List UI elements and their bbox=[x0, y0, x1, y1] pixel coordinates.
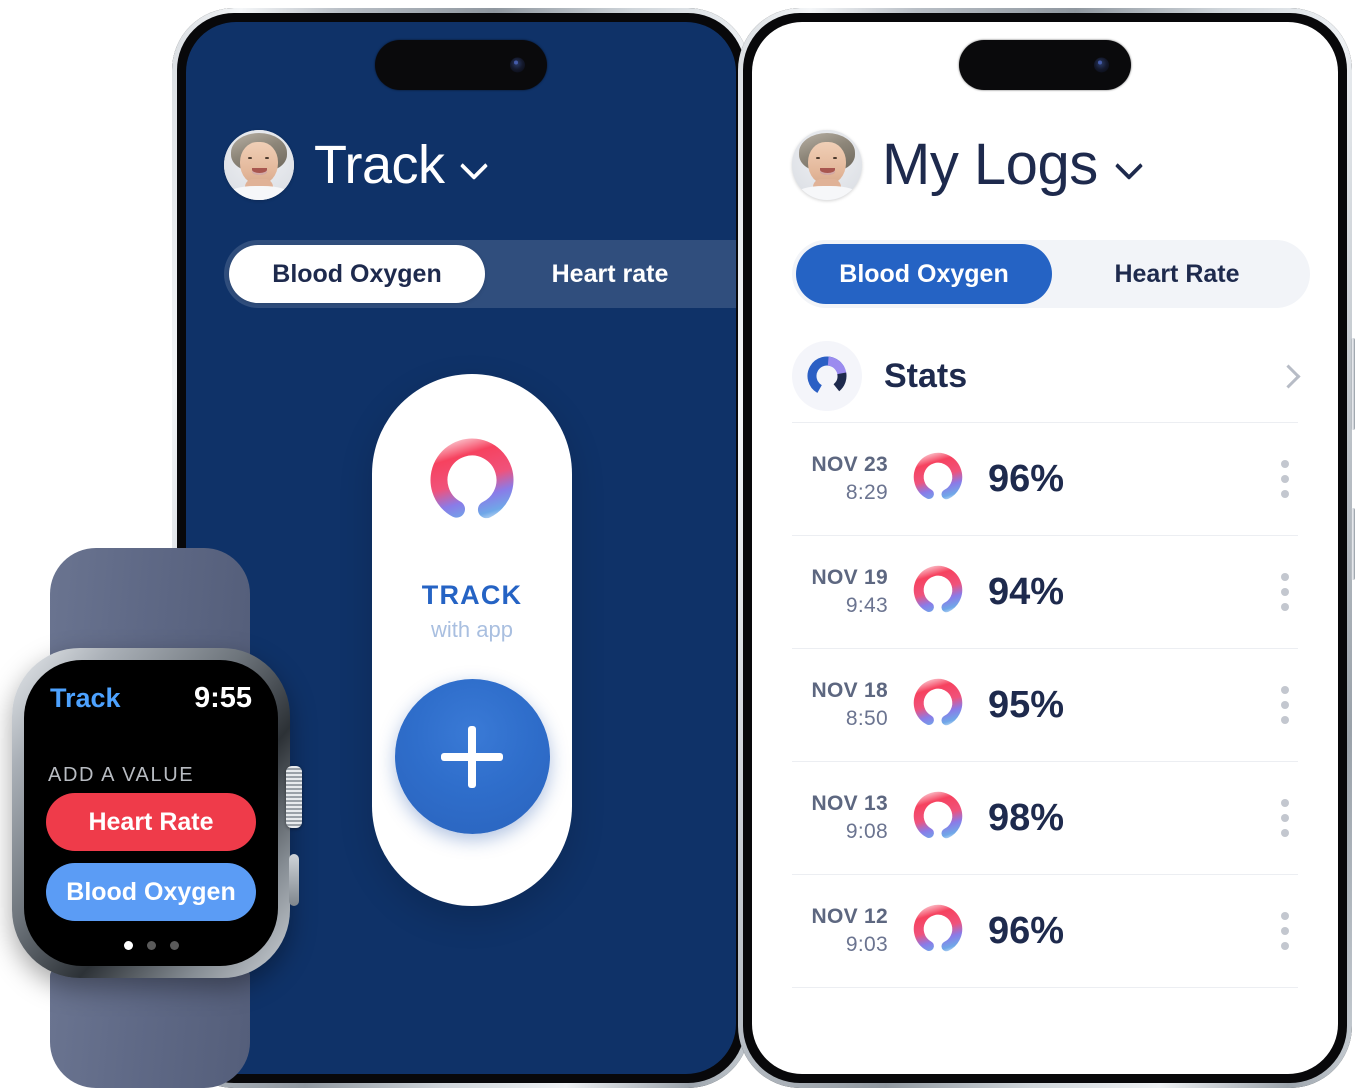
page-dot[interactable] bbox=[123, 941, 133, 950]
gradient-ring-icon bbox=[910, 788, 966, 849]
watch-page-indicator bbox=[24, 933, 278, 950]
watch-heart-rate-button[interactable]: Heart Rate bbox=[46, 793, 256, 851]
donut-chart-icon bbox=[792, 341, 862, 411]
gradient-ring-icon bbox=[910, 449, 966, 510]
log-value: 96% bbox=[988, 909, 1065, 952]
log-row[interactable]: NOV 18 8:50 95% bbox=[792, 649, 1298, 762]
tab-heart-rate[interactable]: Heart Rate bbox=[1052, 244, 1302, 304]
page-title-label: My Logs bbox=[882, 132, 1098, 197]
log-row[interactable]: NOV 23 8:29 96% bbox=[792, 423, 1298, 536]
log-date-time: 9:43 bbox=[845, 594, 888, 617]
watch-side-button[interactable] bbox=[289, 854, 299, 906]
log-date-time: 8:29 bbox=[845, 481, 888, 504]
log-row[interactable]: NOV 12 9:03 96% bbox=[792, 875, 1298, 988]
watch-screen: Track 9:55 ADD A VALUE Heart Rate Blood … bbox=[24, 660, 278, 966]
log-date: NOV 18 8:50 bbox=[792, 677, 888, 734]
watch-case: Track 9:55 ADD A VALUE Heart Rate Blood … bbox=[12, 648, 302, 978]
log-date-time: 9:03 bbox=[845, 933, 888, 956]
avatar[interactable] bbox=[224, 130, 294, 200]
track-card-subtitle: with app bbox=[431, 617, 513, 642]
avatar[interactable] bbox=[792, 130, 862, 200]
plus-icon bbox=[441, 725, 503, 788]
phone-right-screen: My Logs Blood Oxygen Heart Rate Stats NO… bbox=[752, 22, 1338, 1074]
log-date-time: 9:08 bbox=[845, 820, 888, 843]
gradient-ring-icon bbox=[910, 901, 966, 962]
kebab-menu-icon[interactable] bbox=[1272, 912, 1298, 950]
log-value: 96% bbox=[988, 457, 1065, 500]
digital-crown[interactable] bbox=[286, 766, 302, 828]
stats-row[interactable]: Stats bbox=[792, 330, 1298, 423]
left-tab-switcher[interactable]: Blood Oxygen Heart rate bbox=[224, 240, 736, 308]
watch-band-bottom bbox=[50, 968, 250, 1088]
log-value: 98% bbox=[988, 796, 1065, 839]
log-list: NOV 23 8:29 96% NOV 19 9:43 94% NOV 18 8:50 95% N… bbox=[792, 423, 1298, 988]
log-date-day: NOV 19 bbox=[811, 565, 888, 589]
gradient-ring-icon bbox=[424, 432, 520, 528]
log-date-time: 8:50 bbox=[845, 707, 888, 730]
log-value: 95% bbox=[988, 683, 1065, 726]
log-date-day: NOV 13 bbox=[811, 791, 888, 815]
page-dot[interactable] bbox=[146, 941, 156, 950]
phone-right-side-button[interactable] bbox=[1351, 508, 1355, 580]
tab-heart-rate[interactable]: Heart rate bbox=[485, 245, 735, 303]
dynamic-island bbox=[375, 40, 547, 90]
kebab-menu-icon[interactable] bbox=[1272, 686, 1298, 724]
log-value: 94% bbox=[988, 570, 1065, 613]
kebab-menu-icon[interactable] bbox=[1272, 573, 1298, 611]
dynamic-island bbox=[959, 40, 1131, 90]
page-title[interactable]: My Logs bbox=[882, 136, 1142, 194]
log-date: NOV 23 8:29 bbox=[792, 451, 888, 508]
log-date-day: NOV 12 bbox=[811, 904, 888, 928]
front-camera-icon bbox=[510, 57, 525, 73]
log-row[interactable]: NOV 13 9:08 98% bbox=[792, 762, 1298, 875]
right-tab-switcher[interactable]: Blood Oxygen Heart Rate bbox=[792, 240, 1310, 308]
page-title[interactable]: Track bbox=[314, 138, 487, 192]
chevron-down-icon[interactable] bbox=[461, 152, 487, 178]
chevron-right-icon[interactable] bbox=[1278, 366, 1298, 386]
track-card[interactable]: TRACK with app bbox=[372, 374, 572, 906]
stats-label: Stats bbox=[884, 356, 968, 395]
add-value-button[interactable] bbox=[394, 679, 550, 834]
gradient-ring-icon bbox=[910, 675, 966, 736]
watch-status-bar: Track 9:55 bbox=[24, 660, 278, 715]
phone-right-power-button[interactable] bbox=[1351, 338, 1355, 430]
kebab-menu-icon[interactable] bbox=[1272, 460, 1298, 498]
phone-right-device: My Logs Blood Oxygen Heart Rate Stats NO… bbox=[738, 8, 1355, 1088]
watch-app-name[interactable]: Track bbox=[50, 683, 121, 714]
watch-section-label: ADD A VALUE bbox=[48, 764, 195, 786]
log-date-day: NOV 23 bbox=[811, 452, 888, 476]
smartwatch-device: Track 9:55 ADD A VALUE Heart Rate Blood … bbox=[0, 548, 320, 1088]
log-date-day: NOV 18 bbox=[811, 678, 888, 702]
screenshot-stage: Track Blood Oxygen Heart rate TRACK with… bbox=[0, 0, 1362, 1088]
tab-blood-oxygen[interactable]: Blood Oxygen bbox=[229, 245, 485, 303]
log-date: NOV 13 9:08 bbox=[792, 790, 888, 847]
tab-blood-oxygen[interactable]: Blood Oxygen bbox=[796, 244, 1052, 304]
watch-blood-oxygen-button[interactable]: Blood Oxygen bbox=[46, 863, 256, 921]
track-card-title: TRACK bbox=[421, 580, 523, 610]
watch-time: 9:55 bbox=[193, 682, 252, 714]
chevron-down-icon[interactable] bbox=[1116, 152, 1142, 178]
log-row[interactable]: NOV 19 9:43 94% bbox=[792, 536, 1298, 649]
front-camera-icon bbox=[1094, 57, 1109, 73]
log-date: NOV 12 9:03 bbox=[792, 903, 888, 960]
page-dot[interactable] bbox=[169, 941, 179, 950]
page-title-label: Track bbox=[314, 135, 445, 195]
gradient-ring-icon bbox=[910, 562, 966, 623]
log-date: NOV 19 9:43 bbox=[792, 564, 888, 621]
kebab-menu-icon[interactable] bbox=[1272, 799, 1298, 837]
